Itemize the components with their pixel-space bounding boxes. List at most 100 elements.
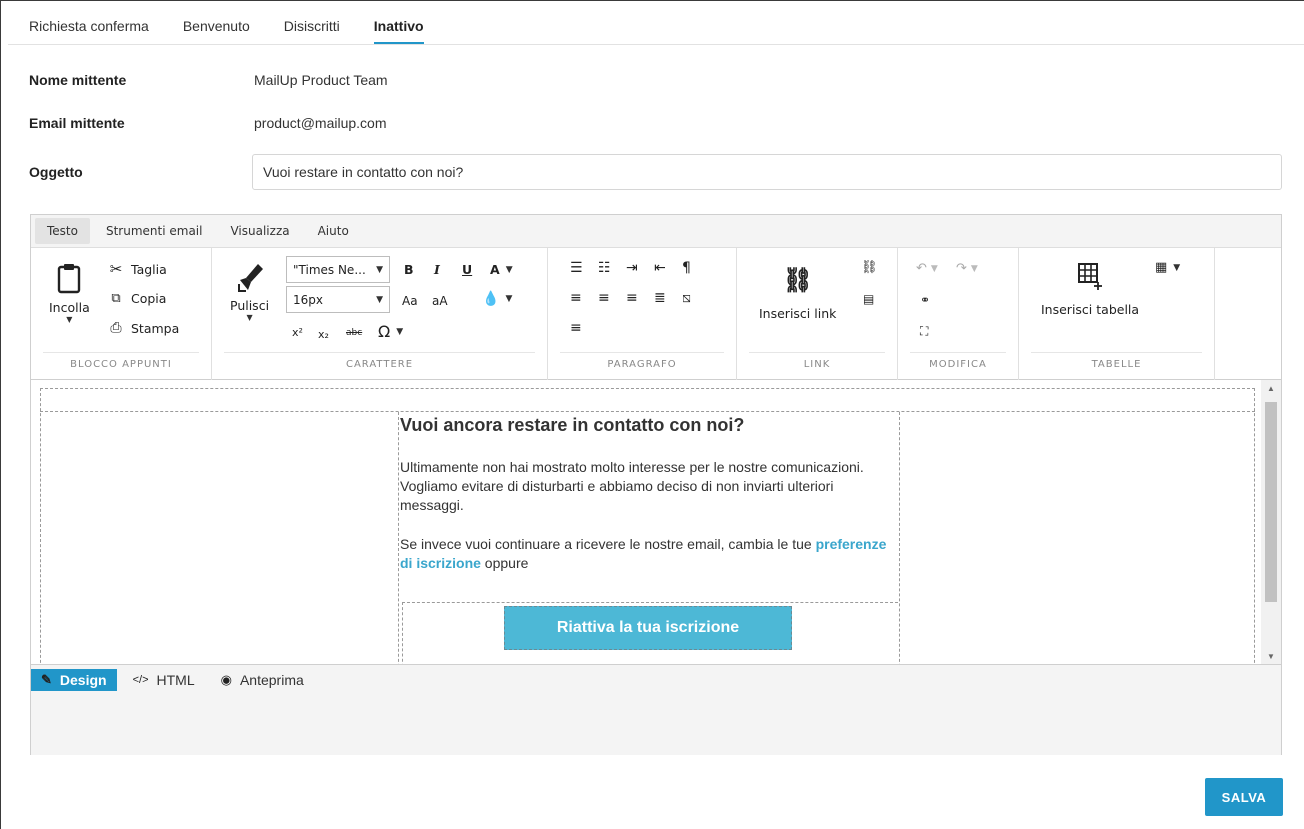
editor-status-area	[31, 695, 1281, 755]
tab-inattivo[interactable]: Inattivo	[373, 8, 424, 44]
highlight-dropdown-icon: ▼	[505, 294, 513, 304]
font-size-select[interactable]: 16px ▼	[286, 286, 390, 313]
line-spacing-button[interactable]: ≡	[570, 320, 582, 336]
pilcrow-icon: ¶	[682, 260, 691, 276]
group-edit: ↶ ▼ ↷ ▼ ⚭ ⛶ MODIFICA	[898, 248, 1019, 380]
font-color-button[interactable]: A ▼	[490, 262, 513, 277]
menu-strumenti-email[interactable]: Strumenti email	[94, 218, 215, 244]
font-size-value: 16px	[293, 292, 323, 307]
code-icon: </>	[132, 674, 149, 686]
insert-table-button[interactable]: Inserisci tabella	[1041, 262, 1139, 317]
sender-name-row: Nome mittente MailUp Product Team	[29, 72, 388, 88]
cut-button[interactable]: ✂ Taglia	[107, 260, 167, 278]
redo-button[interactable]: ↷ ▼	[956, 261, 978, 276]
group-tables: Inserisci tabella ▦ ▼ TABELLE	[1019, 248, 1215, 380]
mode-preview[interactable]: ◉ Anteprima	[211, 669, 314, 691]
outdent-button[interactable]: ⇤	[654, 260, 666, 276]
bold-button[interactable]: B	[404, 262, 414, 277]
scrollbar-thumb[interactable]	[1265, 402, 1277, 602]
special-char-dropdown-icon: ▼	[396, 326, 404, 337]
document-icon: ▤	[863, 292, 875, 306]
mode-html-label: HTML	[156, 672, 195, 688]
paste-button[interactable]: Incolla ▼	[49, 262, 90, 324]
insert-link-button[interactable]: ⛓ Inserisci link	[759, 266, 836, 321]
group-label-tables: TABELLE	[1031, 352, 1202, 370]
menu-aiuto[interactable]: Aiuto	[306, 218, 361, 244]
save-button[interactable]: SALVA	[1205, 778, 1283, 816]
copy-button[interactable]: ⧉ Copia	[107, 291, 166, 306]
shrink-font-button[interactable]: aA	[432, 294, 448, 308]
justify-button[interactable]: ≣	[654, 290, 666, 306]
italic-button[interactable]: I	[434, 262, 440, 277]
indent-icon: ⇥	[626, 260, 638, 276]
table-dropdown-icon: ▼	[1173, 262, 1181, 273]
numbered-list-button[interactable]: ☷	[598, 260, 611, 276]
menu-testo[interactable]: Testo	[35, 218, 90, 244]
font-family-select[interactable]: "Times Ne... ▼	[286, 256, 390, 283]
numbered-list-icon: ☷	[598, 260, 611, 276]
scroll-down-icon[interactable]: ▼	[1261, 652, 1281, 661]
sender-name-value: MailUp Product Team	[254, 72, 388, 88]
underline-button[interactable]: U	[462, 262, 472, 277]
subscript-button[interactable]: x₂	[318, 328, 329, 341]
clean-format-label: Pulisci	[230, 298, 270, 313]
menu-visualizza[interactable]: Visualizza	[218, 218, 301, 244]
group-label-clipboard: BLOCCO APPUNTI	[43, 352, 199, 370]
indent-button[interactable]: ⇥	[626, 260, 638, 276]
redo-dropdown-icon: ▼	[970, 263, 978, 274]
canvas-scrollbar[interactable]: ▲ ▼	[1261, 380, 1281, 664]
mode-html[interactable]: </> HTML	[123, 669, 205, 691]
scissors-icon: ✂	[109, 260, 123, 278]
paste-label: Incolla	[49, 300, 90, 315]
email-heading[interactable]: Vuoi ancora restare in contatto con noi?	[400, 415, 744, 436]
link-icon: ⛓	[782, 266, 813, 294]
tab-disiscritti[interactable]: Disiscritti	[284, 8, 340, 44]
sender-email-value: product@mailup.com	[254, 115, 387, 131]
clean-format-button[interactable]: Pulisci ▼	[230, 260, 269, 322]
align-right-button[interactable]: ≡	[626, 290, 638, 306]
superscript-button[interactable]: x²	[292, 326, 303, 339]
reactivate-subscription-button[interactable]: Riattiva la tua iscrizione	[504, 606, 792, 650]
design-canvas[interactable]: Vuoi ancora restare in contatto con noi?…	[31, 380, 1281, 665]
font-color-label: A	[490, 262, 500, 277]
paragraph-marks-button[interactable]: ¶	[682, 260, 691, 276]
bullet-list-button[interactable]: ☰	[570, 260, 583, 276]
email-paragraph-1[interactable]: Ultimamente non hai mostrato molto inter…	[400, 458, 900, 515]
unlink-button[interactable]: ⛓	[861, 260, 878, 275]
special-char-button[interactable]: Ω ▼	[378, 322, 403, 341]
mode-design[interactable]: ✎ Design	[31, 669, 117, 691]
layout-top-row	[40, 388, 1255, 412]
clear-align-button[interactable]: ⧅	[682, 290, 691, 306]
undo-button[interactable]: ↶ ▼	[916, 261, 938, 276]
table-icon: ▦	[1155, 260, 1168, 275]
select-all-button[interactable]: ⛶	[920, 324, 928, 339]
droplet-icon: 💧	[482, 291, 500, 307]
grow-font-button[interactable]: Aa	[402, 294, 418, 308]
find-button[interactable]: ⚭	[920, 293, 930, 307]
align-left-button[interactable]: ≡	[570, 290, 582, 306]
bullet-list-icon: ☰	[570, 260, 583, 276]
select-all-icon: ⛶	[920, 324, 929, 338]
email-paragraph-2-start: Se invece vuoi continuare a ricevere le …	[400, 536, 816, 552]
strikethrough-button[interactable]: abc	[346, 328, 362, 338]
group-label-paragraph: PARAGRAFO	[560, 352, 724, 370]
insert-link-label: Inserisci link	[759, 306, 837, 321]
highlight-button[interactable]: 💧 ▼	[482, 291, 512, 307]
template-tabs: Richiesta conferma Benvenuto Disiscritti…	[29, 8, 458, 44]
table-add-icon	[1078, 263, 1103, 290]
group-character: Pulisci ▼ "Times Ne... ▼ 16px ▼ B I U A …	[212, 248, 548, 380]
mode-design-label: Design	[59, 672, 107, 688]
group-label-link: LINK	[749, 352, 885, 370]
group-label-character: CARATTERE	[224, 352, 535, 370]
print-button[interactable]: ⎙ Stampa	[107, 320, 179, 336]
tab-richiesta-conferma[interactable]: Richiesta conferma	[29, 8, 149, 44]
subject-input[interactable]	[252, 154, 1282, 190]
align-center-button[interactable]: ≡	[598, 290, 610, 306]
email-paragraph-2[interactable]: Se invece vuoi continuare a ricevere le …	[400, 535, 900, 573]
tab-benvenuto[interactable]: Benvenuto	[183, 8, 250, 44]
redo-icon: ↷	[956, 261, 967, 276]
table-dropdown-button[interactable]: ▦ ▼	[1155, 260, 1180, 275]
anchor-button[interactable]: ▤	[863, 292, 874, 306]
font-color-dropdown-icon: ▼	[505, 264, 513, 275]
scroll-up-icon[interactable]: ▲	[1261, 384, 1281, 393]
